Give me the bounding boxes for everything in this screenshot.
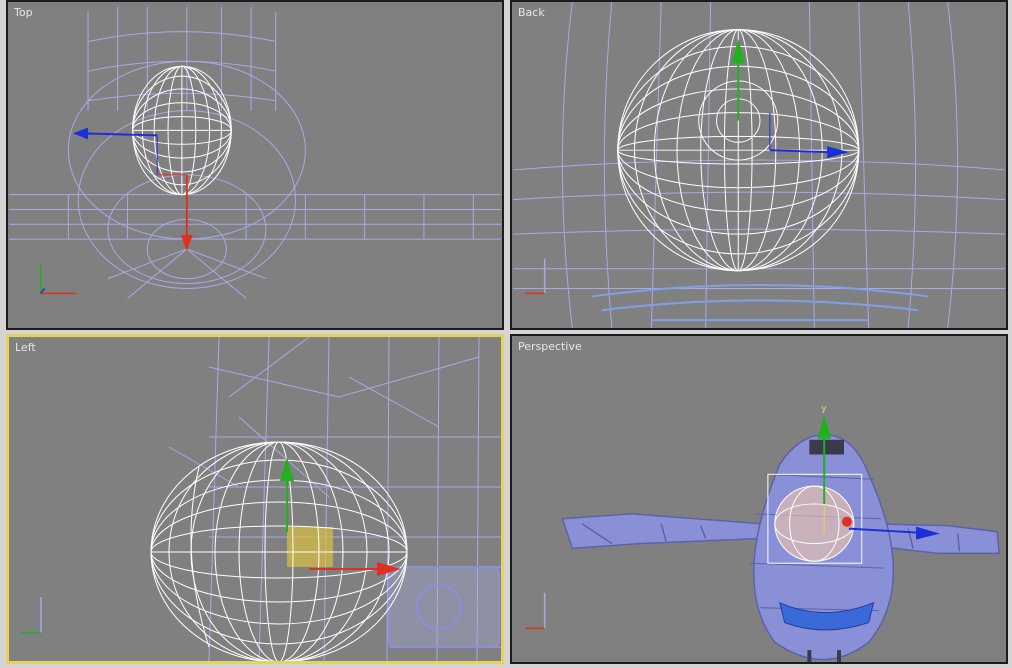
viewport-left-canvas[interactable] [9, 337, 501, 661]
bottom-mesh-band [591, 284, 929, 322]
viewport-top-canvas[interactable] [8, 2, 502, 328]
axis-tripod-icon [524, 592, 546, 630]
background-wireframe-mesh [9, 6, 501, 299]
axis-tripod-icon [21, 597, 42, 634]
viewport-perspective-canvas[interactable]: y [512, 336, 1006, 662]
viewport-label-left[interactable]: Left [15, 341, 36, 354]
model-arm-mesh [388, 566, 501, 648]
viewport-left[interactable]: Left [6, 334, 504, 664]
viewport-top[interactable]: Top [6, 0, 504, 330]
gizmo-y-label: y [821, 404, 826, 414]
viewport-back-canvas[interactable] [512, 2, 1006, 328]
viewport-label-top[interactable]: Top [14, 6, 33, 19]
viewport-back[interactable]: Back [510, 0, 1008, 330]
background-wireframe-mesh [512, 2, 1006, 328]
viewport-label-back[interactable]: Back [518, 6, 545, 19]
sphere-wireframe[interactable] [150, 441, 408, 661]
axis-tripod-icon [39, 263, 77, 295]
viewport-label-perspective[interactable]: Perspective [518, 340, 582, 353]
selected-face-highlight [287, 527, 333, 567]
move-gizmo-icon[interactable] [731, 39, 849, 159]
viewport-perspective[interactable]: y Perspective [510, 334, 1008, 664]
